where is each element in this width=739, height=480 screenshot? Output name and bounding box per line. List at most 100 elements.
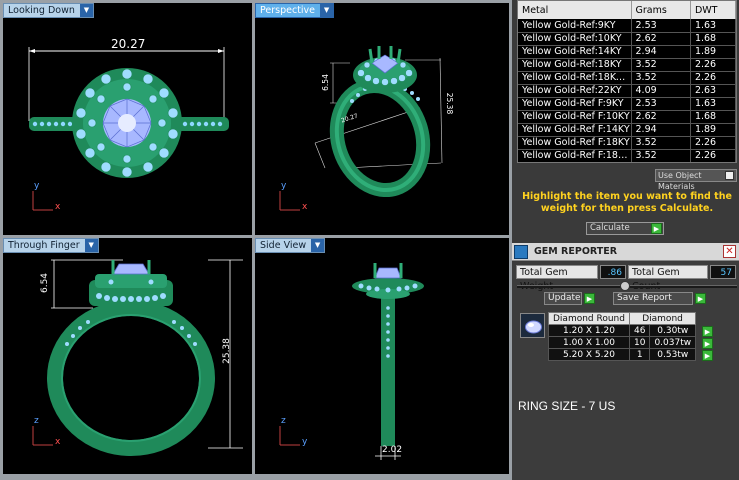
- save-report-button[interactable]: Save Report: [613, 292, 693, 305]
- viewport-title: Perspective: [260, 5, 316, 16]
- viewport-perspective[interactable]: Perspective ▼ 6.54 25.38 20.27 y x: [255, 3, 509, 235]
- gem-count-cell: 46: [628, 324, 651, 337]
- viewport-tab-looking-down[interactable]: Looking Down ▼: [3, 3, 94, 18]
- viewport-through-finger[interactable]: Through Finger ▼ 6.54 25.38 z x: [3, 238, 252, 474]
- grams-cell: 2.62: [631, 110, 691, 124]
- dwt-cell: 2.26: [690, 136, 736, 150]
- metal-name-cell: Yellow Gold-Ref F:9KY: [518, 97, 632, 111]
- gem-report-table[interactable]: Diamond Round Diamond 1.20 X 1.20 46 0.30t…: [548, 312, 697, 361]
- dwt-cell: 1.89: [690, 45, 736, 59]
- column-header-metal[interactable]: Metal: [518, 1, 632, 19]
- viewport-side-view[interactable]: Side View ▼ 2.02 z y: [255, 238, 509, 474]
- ring-perspective-view: [279, 46, 443, 211]
- calculate-hint: Highlight the item you want to find the …: [522, 191, 732, 214]
- report-slider-thumb[interactable]: [620, 281, 630, 291]
- dimension-label: 6.54: [320, 74, 330, 91]
- table-row[interactable]: 5.20 X 5.20 1 0.53tw: [548, 348, 697, 361]
- gem-row-arrow-icon[interactable]: ▶: [702, 350, 713, 361]
- dwt-cell: 1.68: [690, 110, 736, 124]
- gem-reporter-header: GEM REPORTER ✕: [512, 243, 739, 261]
- close-icon[interactable]: ✕: [723, 245, 736, 258]
- table-row[interactable]: Yellow Gold-Ref:14KY 2.94 1.89: [518, 45, 736, 59]
- viewport-title: Looking Down: [8, 5, 75, 16]
- gem-count-cell: 10: [628, 336, 651, 349]
- update-arrow-icon[interactable]: ▶: [584, 293, 595, 304]
- table-row[interactable]: Yellow Gold-Ref:22KY 4.09 2.63: [518, 84, 736, 98]
- grams-cell: 2.94: [631, 45, 691, 59]
- dwt-cell: 2.26: [690, 58, 736, 72]
- gem-row-arrow-icon[interactable]: ▶: [702, 338, 713, 349]
- metal-name-cell: Yellow Gold-Ref:18KY ...: [518, 71, 632, 85]
- axis-x-label: x: [55, 202, 61, 212]
- table-row[interactable]: Yellow Gold-Ref:18KY 3.52 2.26: [518, 58, 736, 72]
- dwt-cell: 2.26: [690, 71, 736, 85]
- gem-weight-cell: 0.53tw: [649, 348, 697, 361]
- column-header-gem-type[interactable]: Diamond: [628, 312, 697, 325]
- metal-name-cell: Yellow Gold-Ref:9KY: [518, 19, 632, 33]
- table-row[interactable]: Yellow Gold-Ref:9KY 2.53 1.63: [518, 19, 736, 33]
- column-header-gem-shape[interactable]: Diamond Round: [548, 312, 630, 325]
- viewport-looking-down[interactable]: Looking Down ▼ 20.27 y x: [3, 3, 252, 235]
- calculate-arrow-icon[interactable]: ▶: [651, 223, 662, 234]
- table-row[interactable]: Yellow Gold-Ref:18KY ... 3.52 2.26: [518, 71, 736, 85]
- dimension-label: 6.54: [40, 272, 51, 294]
- metal-name-cell: Yellow Gold-Ref F:18K...: [518, 149, 632, 162]
- chevron-down-icon[interactable]: ▼: [84, 239, 98, 252]
- ring-size-label: RING SIZE - 7 US: [518, 399, 616, 413]
- gem-size-cell: 1.20 X 1.20: [548, 324, 630, 337]
- dimension-label: 20.27: [111, 37, 146, 51]
- metal-name-cell: Yellow Gold-Ref F:18KY: [518, 136, 632, 150]
- dwt-cell: 1.63: [690, 97, 736, 111]
- update-button[interactable]: Update: [544, 292, 582, 305]
- total-gem-weight-label: Total Gem Weight: [516, 265, 598, 292]
- grams-cell: 2.53: [631, 19, 691, 33]
- axis-x-label: x: [302, 202, 308, 212]
- table-row[interactable]: 1.00 X 1.00 10 0.037tw: [548, 336, 697, 349]
- table-row[interactable]: 1.20 X 1.20 46 0.30tw: [548, 324, 697, 337]
- total-gem-count-label: Total Gem Count: [628, 265, 708, 292]
- axis-x-label: x: [55, 437, 61, 447]
- gem-weight-cell: 0.30tw: [649, 324, 697, 337]
- column-header-dwt[interactable]: DWT: [690, 1, 736, 19]
- ring-side-view: [279, 263, 424, 460]
- table-row[interactable]: Yellow Gold-Ref F:14KY 2.94 1.89: [518, 123, 736, 137]
- viewport-title: Side View: [260, 240, 307, 251]
- calculate-label: Calculate: [590, 223, 630, 233]
- axis-y-label: y: [302, 437, 308, 447]
- dimension-label: 25.38: [445, 92, 455, 115]
- chevron-down-icon[interactable]: ▼: [320, 4, 334, 17]
- chevron-down-icon[interactable]: ▼: [79, 4, 93, 17]
- gem-reporter-title: GEM REPORTER: [534, 246, 618, 257]
- use-object-materials-checkbox[interactable]: Use Object Materials: [655, 169, 737, 191]
- grams-cell: 2.62: [631, 32, 691, 46]
- dimension-label: 25.38: [221, 338, 232, 364]
- grams-cell: 3.52: [631, 136, 691, 150]
- table-row[interactable]: Yellow Gold-Ref:10KY 2.62 1.68: [518, 32, 736, 46]
- metal-name-cell: Yellow Gold-Ref:10KY: [518, 32, 632, 46]
- table-row[interactable]: Yellow Gold-Ref F:18K... 3.52 2.26: [518, 149, 736, 162]
- metal-name-cell: Yellow Gold-Ref F:14KY: [518, 123, 632, 137]
- save-report-arrow-icon[interactable]: ▶: [695, 293, 706, 304]
- gem-row-arrow-icon[interactable]: ▶: [702, 326, 713, 337]
- table-row[interactable]: Yellow Gold-Ref F:9KY 2.53 1.63: [518, 97, 736, 111]
- diamond-thumbnail-icon: [520, 313, 545, 338]
- gem-size-cell: 1.00 X 1.00: [548, 336, 630, 349]
- grams-cell: 2.94: [631, 123, 691, 137]
- axis-z-label: z: [281, 416, 286, 426]
- viewport-title: Through Finger: [8, 240, 80, 251]
- table-row[interactable]: Yellow Gold-Ref F:10KY 2.62 1.68: [518, 110, 736, 124]
- table-row[interactable]: Yellow Gold-Ref F:18KY 3.52 2.26: [518, 136, 736, 150]
- metal-weight-table[interactable]: Metal Grams DWT Yellow Gold-Ref:9KY 2.53 1…: [517, 0, 737, 163]
- metal-name-cell: Yellow Gold-Ref:22KY: [518, 84, 632, 98]
- metal-name-cell: Yellow Gold-Ref:18KY: [518, 58, 632, 72]
- update-label: Update: [548, 293, 581, 303]
- dwt-cell: 1.89: [690, 123, 736, 137]
- grams-cell: 2.53: [631, 97, 691, 111]
- viewport-tab-side-view[interactable]: Side View ▼: [255, 238, 326, 253]
- checkbox-icon[interactable]: [725, 171, 734, 180]
- chevron-down-icon[interactable]: ▼: [311, 239, 325, 252]
- viewport-tab-through-finger[interactable]: Through Finger ▼: [3, 238, 99, 253]
- viewport-tab-perspective[interactable]: Perspective ▼: [255, 3, 335, 18]
- column-header-grams[interactable]: Grams: [631, 1, 691, 19]
- dwt-cell: 1.68: [690, 32, 736, 46]
